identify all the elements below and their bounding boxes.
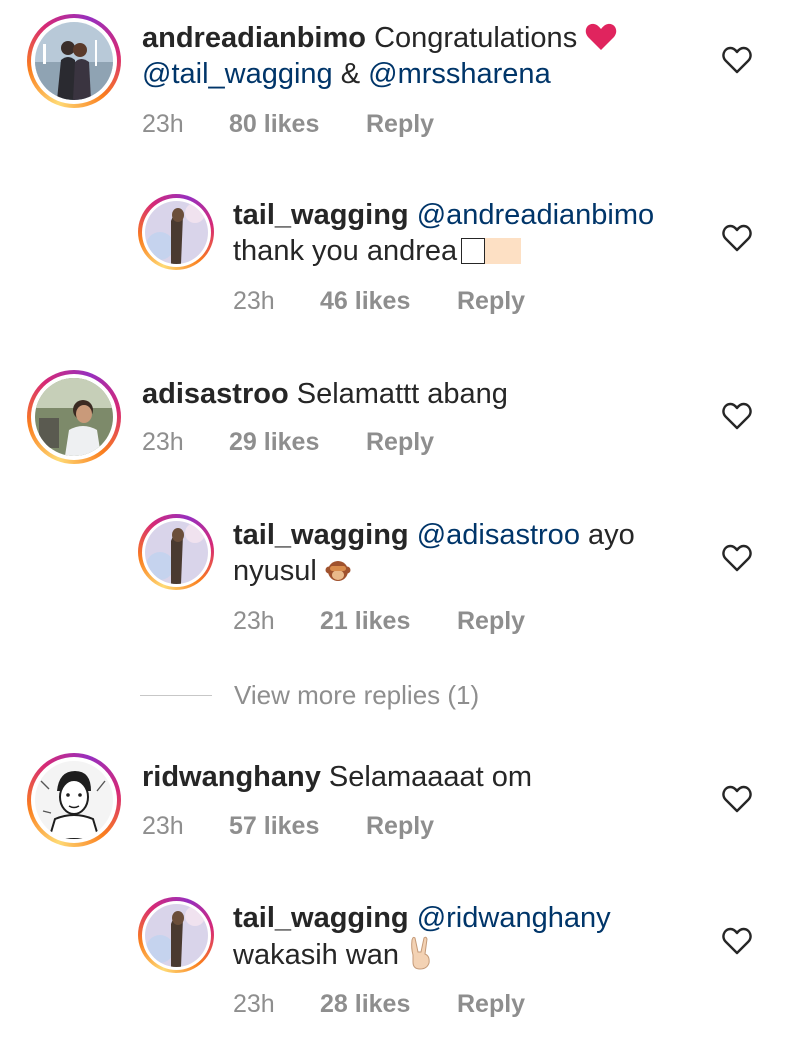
comment-text: adisastroo Selamattt abang [142, 376, 682, 412]
username[interactable]: tail_wagging [233, 519, 409, 551]
reply-button[interactable]: Reply [457, 287, 525, 316]
see-no-evil-monkey-emoji [325, 561, 351, 581]
reply-button[interactable]: Reply [366, 428, 434, 457]
likes-count[interactable]: 28 likes [320, 990, 457, 1019]
avatar[interactable] [138, 897, 214, 973]
reply-button[interactable]: Reply [457, 607, 525, 636]
comment-text: andreadianbimo Congratulations @tail_wag… [142, 20, 682, 92]
comment-text: tail_wagging @andreadianbimo thank you a… [233, 197, 693, 269]
mention-link[interactable]: @adisastroo [417, 519, 580, 551]
comment-body: Selamattt abang [296, 378, 508, 410]
comment-meta: 23h 46 likes Reply [233, 287, 525, 316]
skin-tone-emoji [485, 238, 522, 264]
view-more-replies-label: View more replies (1) [234, 680, 480, 710]
likes-count[interactable]: 29 likes [229, 428, 366, 457]
comment-body: wakasih wan [233, 939, 400, 971]
comment-body-line2: nyusul [233, 555, 317, 587]
comment-text: ridwanghany Selamaaaat om [142, 759, 682, 795]
heart-outline-icon[interactable] [722, 927, 752, 955]
avatar[interactable] [138, 194, 214, 270]
username[interactable]: adisastroo [142, 378, 289, 410]
reply-button[interactable]: Reply [366, 812, 434, 841]
likes-count[interactable]: 46 likes [320, 287, 457, 316]
heart-outline-icon[interactable] [722, 785, 752, 813]
timestamp: 23h [142, 812, 184, 840]
avatar[interactable] [138, 514, 214, 590]
likes-count[interactable]: 80 likes [229, 110, 366, 139]
timestamp: 23h [233, 990, 275, 1018]
comment-body: ayo [588, 519, 635, 551]
divider-line [140, 694, 212, 697]
view-more-replies-button[interactable]: View more replies (1) [140, 680, 479, 711]
reply-button[interactable]: Reply [366, 110, 434, 139]
username[interactable]: andreadianbimo [142, 22, 366, 54]
missing-glyph-box [461, 238, 486, 264]
timestamp: 23h [142, 110, 184, 138]
heart-outline-icon[interactable] [722, 46, 752, 74]
victory-hand-emoji [411, 936, 430, 970]
comment-joiner: & [332, 58, 369, 90]
avatar[interactable] [27, 753, 121, 847]
comment-body: thank you andrea [233, 235, 458, 267]
comment-body: Congratulations [374, 22, 578, 54]
comment-text: tail_wagging @ridwanghany wakasih wan [233, 900, 693, 973]
mention-link[interactable]: @andreadianbimo [417, 199, 654, 231]
likes-count[interactable]: 57 likes [229, 812, 366, 841]
reply-button[interactable]: Reply [457, 990, 525, 1019]
mention-link[interactable]: @mrssharena [368, 58, 551, 90]
comment-meta: 23h 57 likes Reply [142, 812, 434, 841]
heart-outline-icon[interactable] [722, 224, 752, 252]
username[interactable]: tail_wagging [233, 902, 409, 934]
mention-link[interactable]: @ridwanghany [417, 902, 611, 934]
mention-link[interactable]: @tail_wagging [142, 58, 333, 90]
username[interactable]: tail_wagging [233, 199, 409, 231]
heart-outline-icon[interactable] [722, 544, 752, 572]
timestamp: 23h [142, 428, 184, 456]
comment-body: Selamaaaat om [328, 761, 533, 793]
timestamp: 23h [233, 607, 275, 635]
red-heart-emoji [586, 23, 617, 50]
likes-count[interactable]: 21 likes [320, 607, 457, 636]
avatar[interactable] [27, 370, 121, 464]
comment-meta: 23h 28 likes Reply [233, 990, 525, 1019]
comment-meta: 23h 21 likes Reply [233, 607, 525, 636]
comment-text: tail_wagging @adisastroo ayo nyusul [233, 517, 693, 589]
heart-outline-icon[interactable] [722, 402, 752, 430]
username[interactable]: ridwanghany [142, 761, 321, 793]
comment-meta: 23h 80 likes Reply [142, 110, 434, 139]
timestamp: 23h [233, 287, 275, 315]
comment-meta: 23h 29 likes Reply [142, 428, 434, 457]
avatar[interactable] [27, 14, 121, 108]
